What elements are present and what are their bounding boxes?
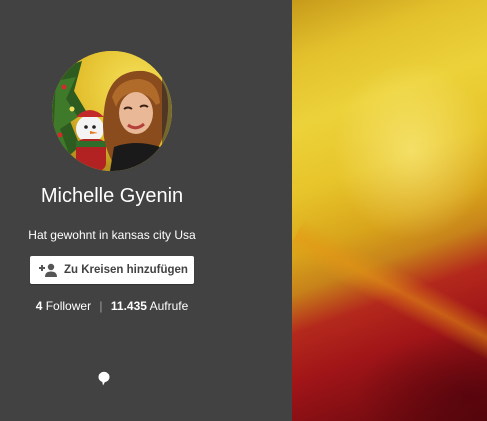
profile-location: Hat gewohnt in kansas city Usa (28, 228, 196, 242)
followers-count: 4 (35, 299, 43, 313)
cover-fold (292, 218, 487, 362)
cover-photo (292, 0, 487, 421)
profile-panel: Michelle Gyenin Hat gewohnt in kansas ci… (0, 0, 292, 421)
person-add-icon (38, 263, 58, 277)
cover-highlight (332, 60, 487, 240)
followers-label[interactable]: Follower (46, 299, 91, 313)
profile-name: Michelle Gyenin (40, 185, 184, 207)
profile-stats: 4 Follower | 11.435 Aufrufe (0, 299, 224, 313)
add-to-circles-label: Zu Kreisen hinzufügen (64, 264, 188, 276)
views-label: Aufrufe (149, 299, 189, 313)
stats-separator: | (99, 299, 103, 313)
avatar[interactable] (52, 51, 172, 171)
views-count: 11.435 (110, 299, 147, 313)
avatar-photo (52, 51, 172, 171)
add-to-circles-button[interactable]: Zu Kreisen hinzufügen (30, 256, 194, 284)
speech-bubble-icon[interactable] (98, 371, 110, 386)
profile-page: Michelle Gyenin Hat gewohnt in kansas ci… (0, 0, 487, 421)
